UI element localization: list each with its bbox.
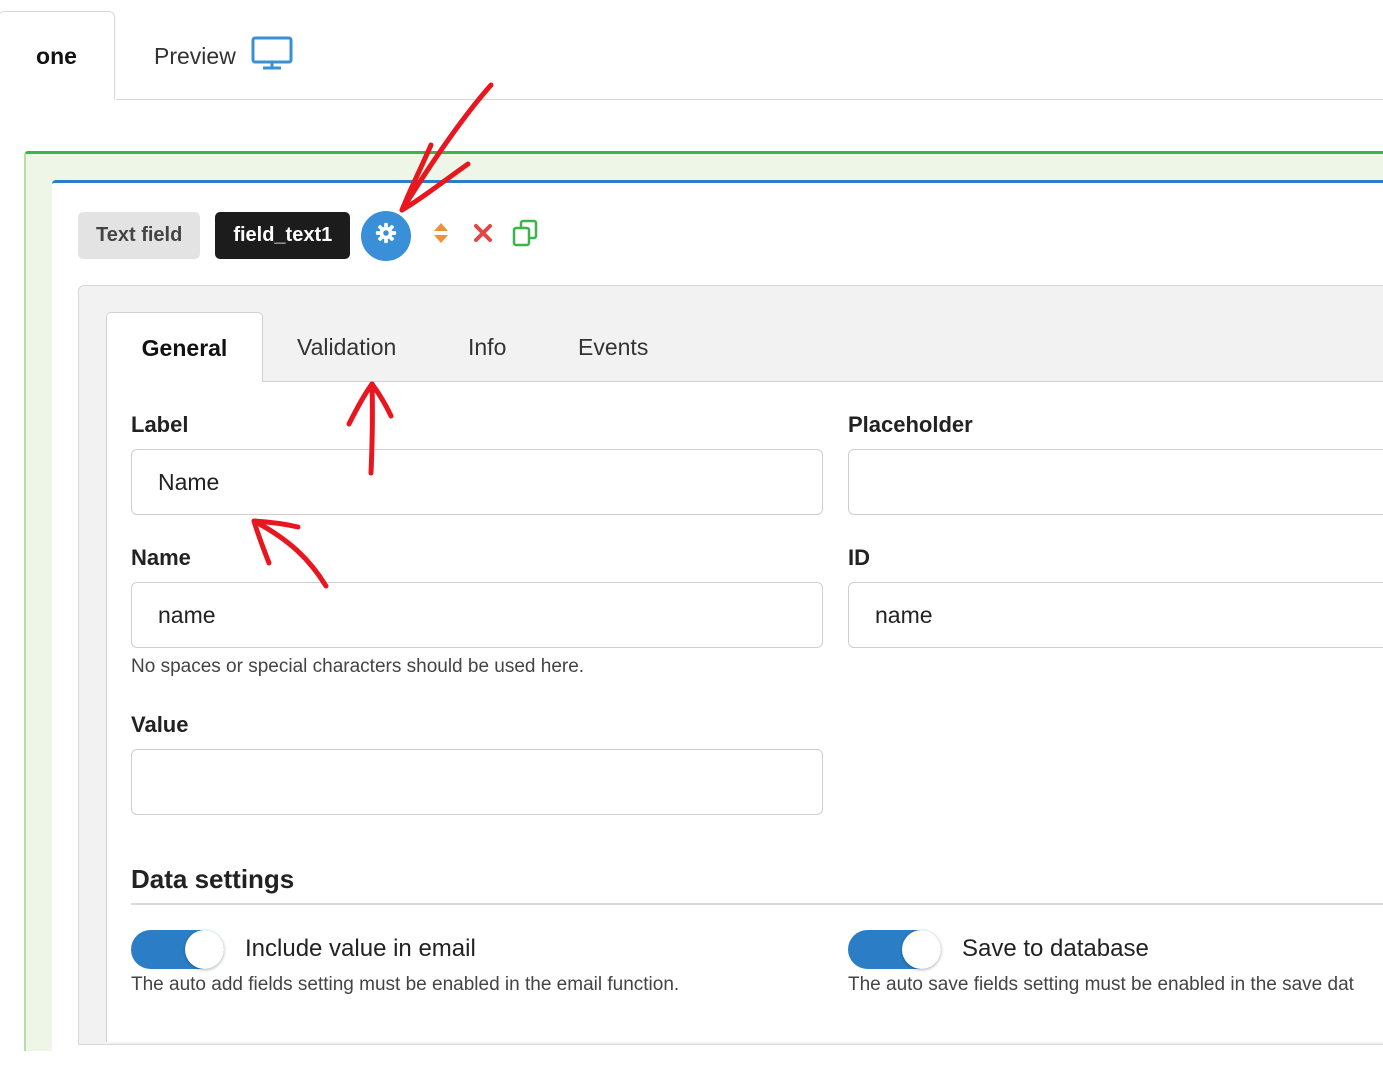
name-field-label: Name <box>131 545 191 570</box>
include-email-label: Include value in email <box>245 935 476 962</box>
tab-validation[interactable]: Validation <box>297 312 396 382</box>
save-database-help: The auto save fields setting must be ena… <box>848 974 1354 995</box>
placeholder-input[interactable] <box>848 449 1383 515</box>
include-email-toggle[interactable] <box>131 930 224 969</box>
label-input[interactable]: Name <box>131 449 823 515</box>
placeholder-field-label: Placeholder <box>848 412 973 437</box>
delete-button[interactable] <box>471 224 495 248</box>
tab-events[interactable]: Events <box>578 312 648 382</box>
tab-preview-label: Preview <box>154 42 236 69</box>
name-help-text: No spaces or special characters should b… <box>131 656 585 677</box>
tab-general[interactable]: General <box>106 312 263 383</box>
tab-divider <box>116 99 1383 100</box>
field-type-badge: Text field <box>78 212 201 259</box>
include-email-help: The auto add fields setting must be enab… <box>131 974 680 995</box>
monitor-icon <box>251 36 293 76</box>
sort-button[interactable] <box>429 221 453 250</box>
sort-icon <box>433 221 449 250</box>
tab-one[interactable]: one <box>0 11 115 100</box>
field-name-badge: field_text1 <box>215 212 351 259</box>
data-settings-title: Data settings <box>131 864 295 894</box>
value-field-label: Value <box>131 712 189 737</box>
settings-button[interactable] <box>361 210 412 261</box>
tab-preview[interactable]: Preview <box>154 36 293 76</box>
copy-icon <box>511 219 539 252</box>
id-field-label: ID <box>848 545 870 570</box>
field-toolbar: Text field field_text1 <box>78 210 538 261</box>
toggle-knob <box>185 930 224 969</box>
tab-info[interactable]: Info <box>468 312 506 382</box>
save-database-label: Save to database <box>962 935 1149 962</box>
gear-icon <box>375 222 397 249</box>
label-field-label: Label <box>131 412 189 437</box>
save-database-toggle[interactable] <box>848 930 941 969</box>
id-input[interactable]: name <box>848 582 1383 648</box>
top-tab-bar: one Preview <box>0 0 1383 100</box>
name-input[interactable]: name <box>131 582 823 648</box>
settings-tabs: General Validation Info Events <box>106 312 1383 383</box>
copy-button[interactable] <box>513 219 538 248</box>
section-divider <box>131 903 1383 905</box>
delete-icon <box>473 223 493 248</box>
value-input[interactable] <box>131 749 823 815</box>
toggle-knob <box>902 930 941 969</box>
